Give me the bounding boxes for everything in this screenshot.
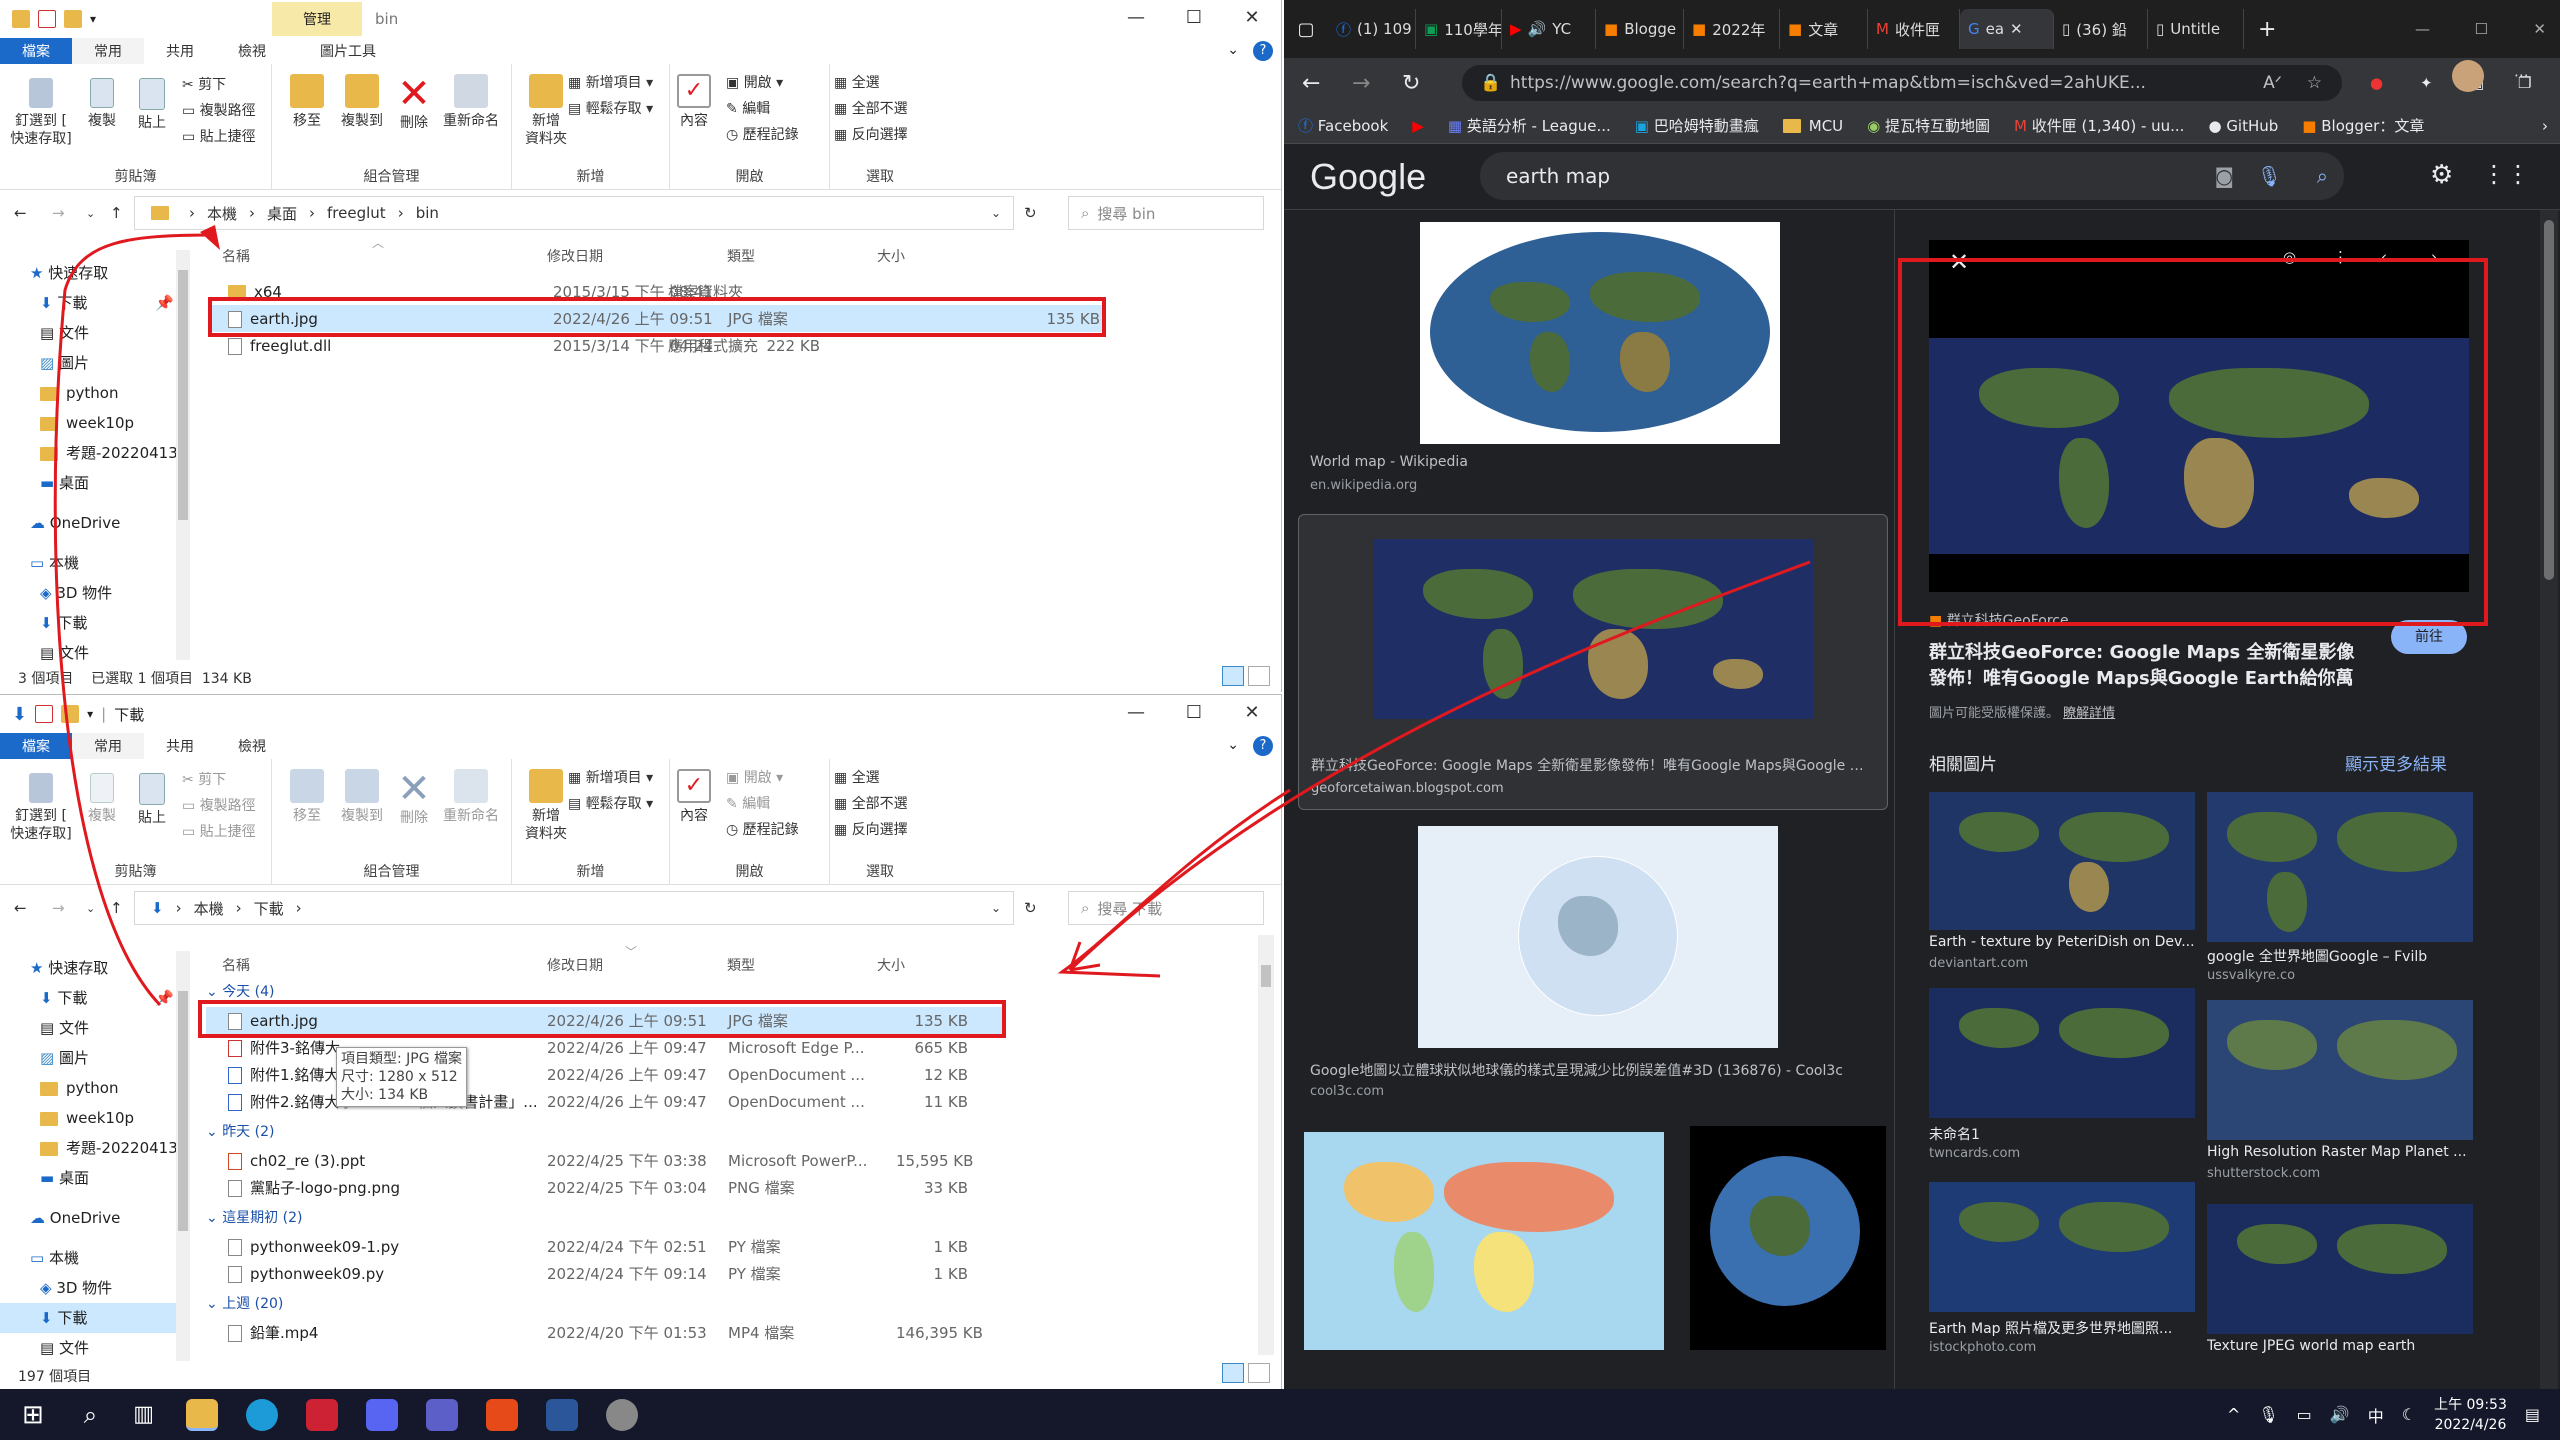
file-explorer-taskbar-icon[interactable] bbox=[186, 1398, 219, 1431]
volume-icon[interactable]: 🔊 bbox=[2330, 1405, 2350, 1424]
teams-taskbar-icon[interactable] bbox=[426, 1398, 459, 1431]
task-view-icon[interactable]: ▥ bbox=[133, 1402, 154, 1427]
arrow-drag-path-left bbox=[53, 233, 216, 1007]
clock-date: 2022/4/26 bbox=[2434, 1416, 2507, 1433]
mic-icon[interactable]: 🎙 bbox=[2258, 1405, 2278, 1424]
ime-mode-icon[interactable]: ☾ bbox=[2402, 1405, 2416, 1424]
edge-taskbar-icon[interactable] bbox=[246, 1398, 279, 1431]
network-icon[interactable]: ▭ bbox=[2297, 1405, 2312, 1424]
notification-icon[interactable]: ▤ bbox=[2525, 1405, 2540, 1424]
system-tray: ^ 🎙 ▭ 🔊 中 ☾ 上午 09:53 2022/4/26 ▤ bbox=[2227, 1389, 2540, 1440]
clock-time: 上午 09:53 bbox=[2434, 1396, 2507, 1413]
app2-taskbar-icon[interactable] bbox=[606, 1398, 639, 1431]
search-icon[interactable]: ⌕ bbox=[84, 1401, 97, 1429]
app-taskbar-icon[interactable] bbox=[306, 1398, 339, 1431]
arrow-drag-path-top bbox=[1068, 560, 1811, 972]
taskbar: ⊞ ⌕ ▥ ^ 🎙 ▭ 🔊 中 ☾ 上午 09:53 2022/4/26 ▤ bbox=[0, 1389, 2560, 1440]
arrow-head-left bbox=[200, 225, 220, 250]
arrow-drag-path-bottom bbox=[1057, 788, 1291, 978]
windows-start-icon[interactable]: ⊞ bbox=[22, 1400, 44, 1430]
office-taskbar-icon[interactable] bbox=[486, 1398, 519, 1431]
ime-indicator[interactable]: 中 bbox=[2368, 1403, 2384, 1427]
annotation-arrows bbox=[53, 225, 1811, 1007]
clock[interactable]: 上午 09:53 2022/4/26 bbox=[2434, 1395, 2507, 1435]
word-taskbar-icon[interactable] bbox=[546, 1398, 579, 1431]
chevron-up-icon[interactable]: ^ bbox=[2227, 1405, 2240, 1424]
discord-taskbar-icon[interactable] bbox=[366, 1398, 399, 1431]
